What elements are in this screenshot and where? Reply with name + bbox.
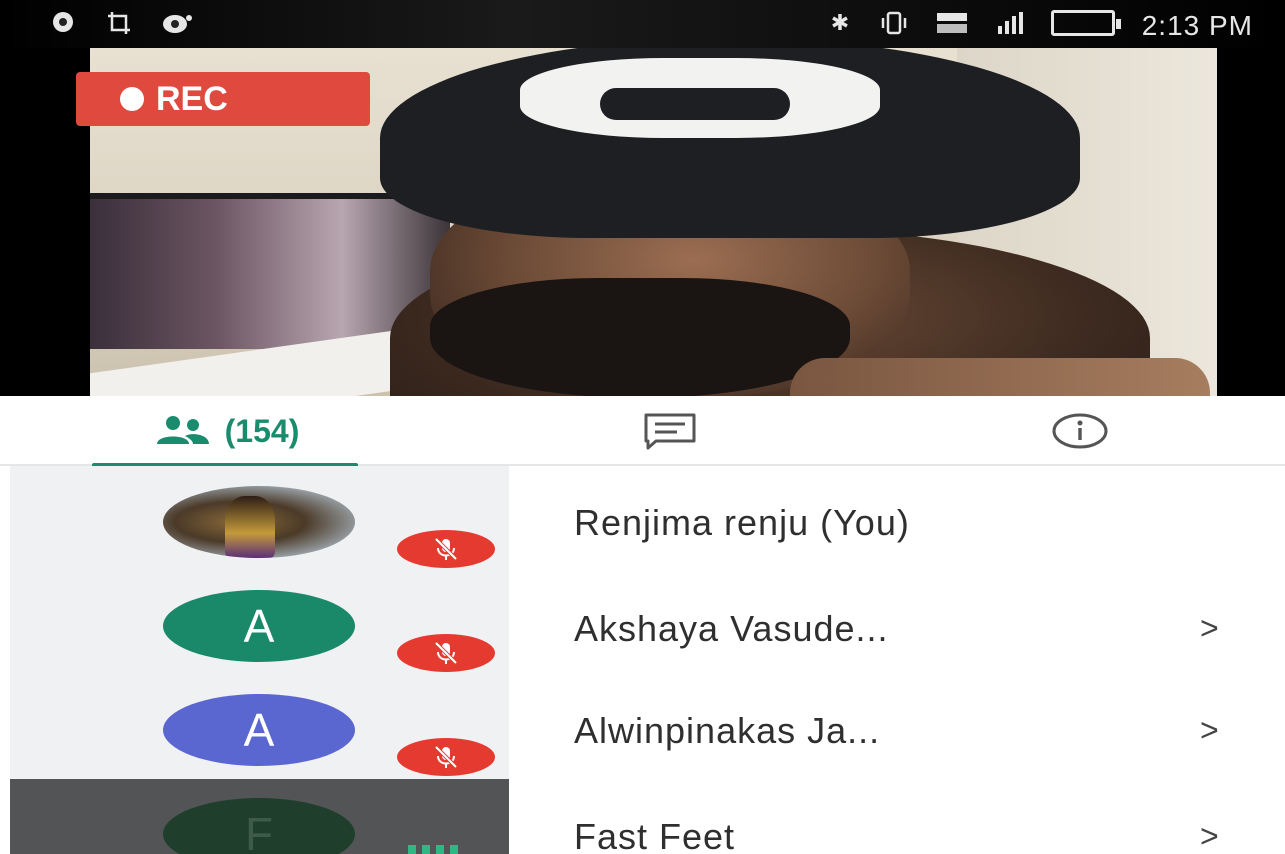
- recording-badge: REC: [76, 72, 370, 126]
- participant-name: Fast Feet: [574, 816, 736, 854]
- people-icon: [156, 416, 209, 444]
- speaking-indicator-icon: [408, 845, 458, 854]
- signal-icon: [998, 12, 1023, 34]
- panel-tabs: (154): [0, 396, 1285, 468]
- eq-bar: [422, 845, 430, 854]
- info-icon: [1052, 413, 1108, 449]
- avatar: F: [163, 798, 355, 854]
- chat-icon: [644, 413, 696, 450]
- chevron-right-icon[interactable]: >: [1200, 712, 1219, 749]
- list-item[interactable]: F Fast Feet >: [0, 778, 1285, 854]
- video-letterbox-right: [1217, 0, 1285, 396]
- avatar-photo-figure: [225, 496, 275, 558]
- chat-bubble-icon: [53, 12, 73, 32]
- battery-icon: [1051, 10, 1121, 36]
- eq-bar: [408, 845, 416, 854]
- avatar: [163, 486, 355, 558]
- cap-logo-inner: [600, 88, 790, 120]
- tab-participants[interactable]: (154): [92, 396, 358, 468]
- tab-chat[interactable]: [600, 396, 740, 466]
- avatar: A: [163, 694, 355, 766]
- avatar-letter: A: [243, 600, 275, 652]
- mic-off-icon: [397, 530, 495, 568]
- speaker-hand: [790, 358, 1210, 396]
- meeting-screen: ✱ 2:13 PM REC (154) Renjima renju (You) …: [0, 0, 1285, 854]
- participant-count: (154): [224, 412, 300, 449]
- list-item[interactable]: A Alwinpinakas Ja... >: [0, 674, 1285, 778]
- chevron-right-icon[interactable]: >: [1200, 818, 1219, 854]
- avatar-letter: A: [243, 704, 275, 756]
- video-letterbox-left: [0, 0, 90, 396]
- participant-name: Renjima renju (You): [574, 502, 910, 543]
- volte-icon: [937, 13, 967, 33]
- recording-label: REC: [156, 79, 228, 118]
- crop-icon: [108, 12, 130, 34]
- participant-list: Renjima renju (You) A Akshaya Vasude... …: [0, 466, 1285, 854]
- avatar-letter: F: [244, 808, 274, 854]
- list-item[interactable]: A Akshaya Vasude... >: [0, 570, 1285, 674]
- vibrate-icon: [881, 11, 907, 35]
- record-dot-icon: [120, 87, 144, 111]
- mic-off-icon: [397, 738, 495, 776]
- speaker-beard: [430, 278, 850, 396]
- chevron-right-icon[interactable]: >: [1200, 610, 1219, 647]
- status-time: 2:13 PM: [1141, 10, 1253, 41]
- participant-name: Alwinpinakas Ja...: [574, 710, 881, 751]
- notification-icon: [163, 15, 192, 33]
- mic-off-icon: [397, 634, 495, 672]
- video-feed[interactable]: ✱ 2:13 PM REC: [0, 0, 1285, 396]
- participant-name: Akshaya Vasude...: [574, 608, 889, 649]
- avatar: A: [163, 590, 355, 662]
- eq-bar: [450, 845, 458, 854]
- bluetooth-icon: ✱: [830, 10, 850, 35]
- list-item[interactable]: Renjima renju (You): [0, 466, 1285, 570]
- eq-bar: [436, 845, 444, 854]
- status-bar: ✱ 2:13 PM: [0, 0, 1285, 48]
- tab-info[interactable]: [1010, 396, 1150, 466]
